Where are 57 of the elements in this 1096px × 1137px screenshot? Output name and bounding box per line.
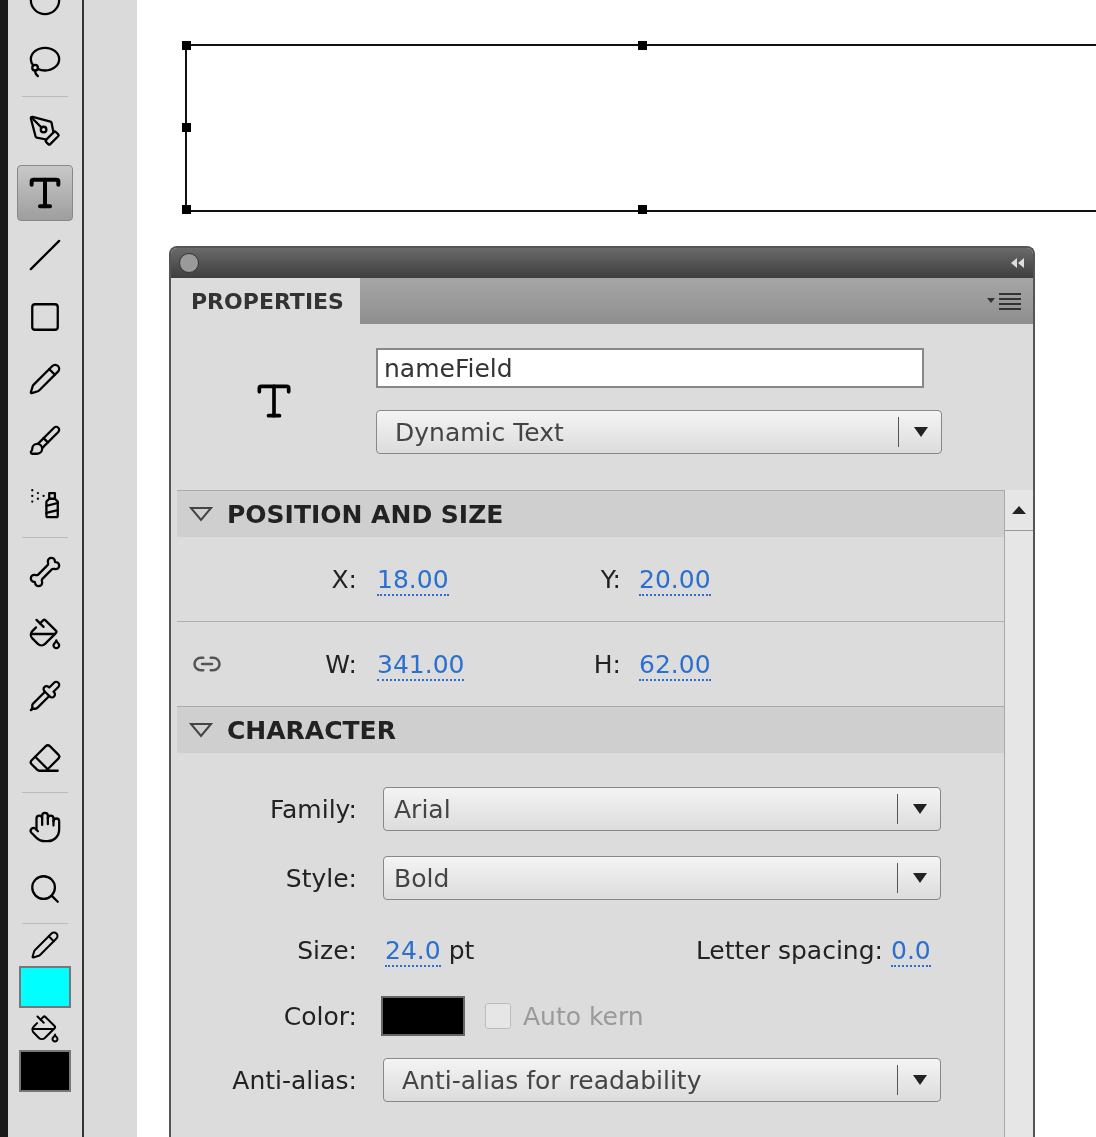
dropdown-arrow-icon [912,1074,928,1086]
field-label: X: [330,564,357,594]
field-label: H: [592,649,621,679]
field-label: Family: [268,794,357,824]
checkbox-label: Auto kern [523,1001,644,1031]
dropdown-arrow-icon [912,803,928,815]
brush-icon [28,424,62,458]
field-label: W: [324,649,357,679]
disclosure-triangle-icon [189,506,213,522]
color-swatch[interactable] [19,966,71,1008]
field-label: Y: [599,564,621,594]
text-box-outline[interactable] [185,44,1096,212]
paint-bucket-icon [30,1014,60,1044]
color-well[interactable] [381,996,465,1036]
color-swatch[interactable] [19,1050,71,1092]
bone-icon [28,555,62,589]
close-button[interactable] [179,253,199,273]
menu-icon[interactable] [985,291,1023,311]
field-label: Style: [284,863,357,893]
dropdown[interactable]: Bold [383,856,941,900]
pen-icon [28,114,62,148]
value-link[interactable]: 20.00 [639,564,711,596]
scrollbar[interactable] [1004,490,1033,1137]
field-label: Anti-alias: [231,1065,357,1095]
value-link[interactable]: 341.00 [377,649,465,681]
spray-icon [28,486,62,520]
field-label: Color: [282,1001,357,1031]
value-link[interactable]: 62.00 [639,649,711,681]
dropdown[interactable]: Dynamic Text [376,410,942,454]
rectangle-icon [28,300,62,334]
value-link[interactable]: 0.0 [891,935,931,967]
pencil-icon [30,930,60,960]
tool-button[interactable] [17,165,73,221]
value-link[interactable]: 18.00 [377,564,449,596]
scroll-up-arrow-icon[interactable] [1011,505,1027,515]
dropdown[interactable]: Arial [383,787,941,831]
pencil-icon [28,362,62,396]
dropdown-arrow-icon [912,872,928,884]
lasso-icon [28,45,62,79]
panel-tab[interactable]: PROPERTIES [171,278,360,324]
field-label: Letter spacing: [694,935,883,965]
dropdown[interactable]: Anti-alias for readability [383,1058,941,1102]
line-icon [28,238,62,272]
eyedropper-icon [28,679,62,713]
paint-bucket-icon [28,617,62,651]
dropdown-arrow-icon [913,426,929,438]
collapse-icon[interactable] [1009,257,1025,269]
field-label: Size: [296,935,357,965]
instance-name-field[interactable]: nameField [376,348,924,388]
section-header[interactable]: CHARACTER [177,706,1004,753]
value-link[interactable]: 24.0 [385,935,441,967]
hand-icon [28,810,62,844]
section-header[interactable]: POSITION AND SIZE [177,490,1004,537]
eraser-icon [28,741,62,775]
search-icon [28,872,62,906]
disclosure-triangle-icon [189,722,213,738]
unit-label: pt [448,935,475,965]
